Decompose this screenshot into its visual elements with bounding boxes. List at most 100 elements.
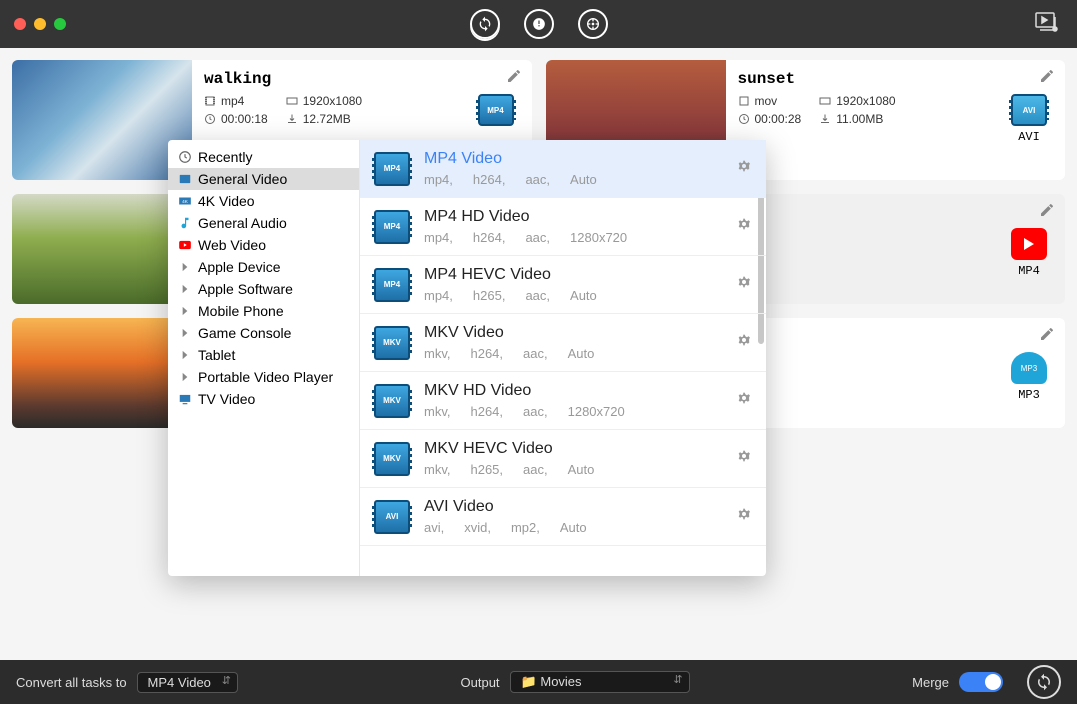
category-item-web-video[interactable]: Web Video bbox=[168, 234, 359, 256]
gear-icon[interactable] bbox=[736, 332, 752, 353]
category-item-portable-video-player[interactable]: Portable Video Player bbox=[168, 366, 359, 388]
zoom-window-button[interactable] bbox=[54, 18, 66, 30]
category-label: General Audio bbox=[198, 215, 287, 231]
format-details: mkv,h264,aac,1280x720 bbox=[424, 404, 722, 419]
audio-icon bbox=[178, 216, 192, 230]
close-window-button[interactable] bbox=[14, 18, 26, 30]
output-format-badge[interactable]: MP4 bbox=[1011, 228, 1047, 278]
task-meta: mov 1920x1080 00:00:28 11.00MB bbox=[738, 94, 896, 126]
output-format-badge[interactable]: AVI AVI bbox=[1011, 94, 1047, 144]
category-item-mobile-phone[interactable]: Mobile Phone bbox=[168, 300, 359, 322]
download-mode-icon[interactable] bbox=[524, 9, 554, 39]
category-item-apple-software[interactable]: Apple Software bbox=[168, 278, 359, 300]
gear-icon[interactable] bbox=[736, 506, 752, 527]
task-title: sunset bbox=[738, 70, 1054, 88]
task-meta: mp4 1920x1080 00:00:18 12.72MB bbox=[204, 94, 362, 126]
edit-icon[interactable] bbox=[506, 68, 522, 84]
category-item-apple-device[interactable]: Apple Device bbox=[168, 256, 359, 278]
gear-icon[interactable] bbox=[736, 448, 752, 469]
video-thumbnail bbox=[12, 318, 192, 428]
edit-icon[interactable] bbox=[1039, 202, 1055, 218]
format-details: mkv,h264,aac,Auto bbox=[424, 346, 722, 361]
format-option-mp4-hd-video[interactable]: MP4 MP4 HD Video mp4,h264,aac,1280x720 bbox=[360, 198, 766, 256]
video-thumbnail bbox=[12, 194, 192, 304]
svg-text:4K: 4K bbox=[182, 199, 189, 204]
chev-icon bbox=[178, 304, 192, 318]
format-option-avi-video[interactable]: AVI AVI Video avi,xvid,mp2,Auto bbox=[360, 488, 766, 546]
format-file-icon: MKV bbox=[374, 326, 410, 360]
duration: 00:00:18 bbox=[221, 112, 268, 126]
file-format: mp4 bbox=[221, 94, 244, 108]
media-library-icon[interactable] bbox=[1035, 12, 1059, 37]
chev-icon bbox=[178, 282, 192, 296]
category-label: Mobile Phone bbox=[198, 303, 284, 319]
output-label: Output bbox=[461, 675, 500, 690]
output-format-badge[interactable]: MP3 MP3 bbox=[1011, 352, 1047, 402]
format-option-mkv-video[interactable]: MKV MKV Video mkv,h264,aac,Auto bbox=[360, 314, 766, 372]
start-convert-button[interactable] bbox=[1027, 665, 1061, 699]
format-details: mkv,h265,aac,Auto bbox=[424, 462, 722, 477]
category-label: 4K Video bbox=[198, 193, 255, 209]
convert-format-select[interactable]: MP4 Video bbox=[137, 672, 238, 693]
edit-icon[interactable] bbox=[1039, 68, 1055, 84]
convert-all-label: Convert all tasks to bbox=[16, 675, 127, 690]
merge-toggle[interactable] bbox=[959, 672, 1003, 692]
avi-icon: AVI bbox=[1011, 94, 1047, 126]
category-item-general-video[interactable]: General Video bbox=[168, 168, 359, 190]
category-item-general-audio[interactable]: General Audio bbox=[168, 212, 359, 234]
gear-icon[interactable] bbox=[736, 274, 752, 295]
duration: 00:00:28 bbox=[755, 112, 802, 126]
format-option-mkv-hd-video[interactable]: MKVMKV HD Videomkv,h264,aac,1280x720 bbox=[360, 372, 766, 430]
yt-icon bbox=[178, 238, 192, 252]
category-sidebar: Recently General Video 4K 4K Video General A… bbox=[168, 140, 360, 576]
chev-icon bbox=[178, 348, 192, 362]
category-item-tablet[interactable]: Tablet bbox=[168, 344, 359, 366]
resolution: 1920x1080 bbox=[303, 94, 362, 108]
category-item-game-console[interactable]: Game Console bbox=[168, 322, 359, 344]
category-label: TV Video bbox=[198, 391, 255, 407]
category-label: Web Video bbox=[198, 237, 266, 253]
output-folder-select[interactable]: 📁 Movies bbox=[510, 671, 690, 693]
file-size: 12.72MB bbox=[303, 112, 351, 126]
format-file-icon: MP4 bbox=[374, 210, 410, 244]
format-picker-dropdown: Recently General Video 4K 4K Video General A… bbox=[168, 140, 766, 576]
chev-icon bbox=[178, 260, 192, 274]
category-label: Apple Device bbox=[198, 259, 281, 275]
format-title: MP4 HD Video bbox=[424, 208, 722, 226]
gear-icon[interactable] bbox=[736, 390, 752, 411]
format-option-mp4-hevc-video[interactable]: MP4MP4 HEVC Videomp4,h265,aac,Auto bbox=[360, 256, 766, 314]
format-title: MKV HEVC Video bbox=[424, 440, 722, 458]
gear-icon[interactable] bbox=[736, 158, 752, 179]
format-title: MKV Video bbox=[424, 324, 722, 342]
format-file-icon: MP4 bbox=[374, 268, 410, 302]
bottom-bar: Convert all tasks to MP4 Video Output 📁 … bbox=[0, 660, 1077, 704]
minimize-window-button[interactable] bbox=[34, 18, 46, 30]
format-file-icon: AVI bbox=[374, 500, 410, 534]
edit-icon[interactable] bbox=[1039, 326, 1055, 342]
format-title: MKV HD Video bbox=[424, 382, 722, 400]
output-folder-value: Movies bbox=[540, 674, 581, 689]
format-option-mp4-video[interactable]: MP4MP4 Videomp4,h264,aac,Auto bbox=[360, 140, 766, 198]
badge-label: MP4 bbox=[1018, 264, 1040, 278]
gear-icon[interactable] bbox=[736, 216, 752, 237]
mode-tabs bbox=[470, 9, 608, 39]
output-format-badge[interactable]: MP4 MP4 bbox=[478, 94, 514, 144]
file-size: 11.00MB bbox=[836, 112, 883, 126]
category-item-recently[interactable]: Recently bbox=[168, 146, 359, 168]
format-option-mkv-hevc-video[interactable]: MKVMKV HEVC Videomkv,h265,aac,Auto bbox=[360, 430, 766, 488]
tv-icon bbox=[178, 392, 192, 406]
category-item-tv-video[interactable]: TV Video bbox=[168, 388, 359, 410]
format-details: mp4,h265,aac,Auto bbox=[424, 288, 722, 303]
mp3-icon: MP3 bbox=[1011, 352, 1047, 384]
edit-mode-icon[interactable] bbox=[578, 9, 608, 39]
category-label: General Video bbox=[198, 171, 287, 187]
video-thumbnail bbox=[12, 60, 192, 180]
convert-mode-icon[interactable] bbox=[470, 9, 500, 39]
category-item-4k-video[interactable]: 4K 4K Video bbox=[168, 190, 359, 212]
format-title: AVI Video bbox=[424, 498, 722, 516]
format-details: avi,xvid,mp2,Auto bbox=[424, 520, 722, 535]
clock-icon bbox=[178, 150, 192, 164]
badge-label: MP3 bbox=[1018, 388, 1040, 402]
format-details: mp4,h264,aac,1280x720 bbox=[424, 230, 722, 245]
format-list[interactable]: MP4MP4 Videomp4,h264,aac,Auto MP4 MP4 HD V… bbox=[360, 140, 766, 576]
